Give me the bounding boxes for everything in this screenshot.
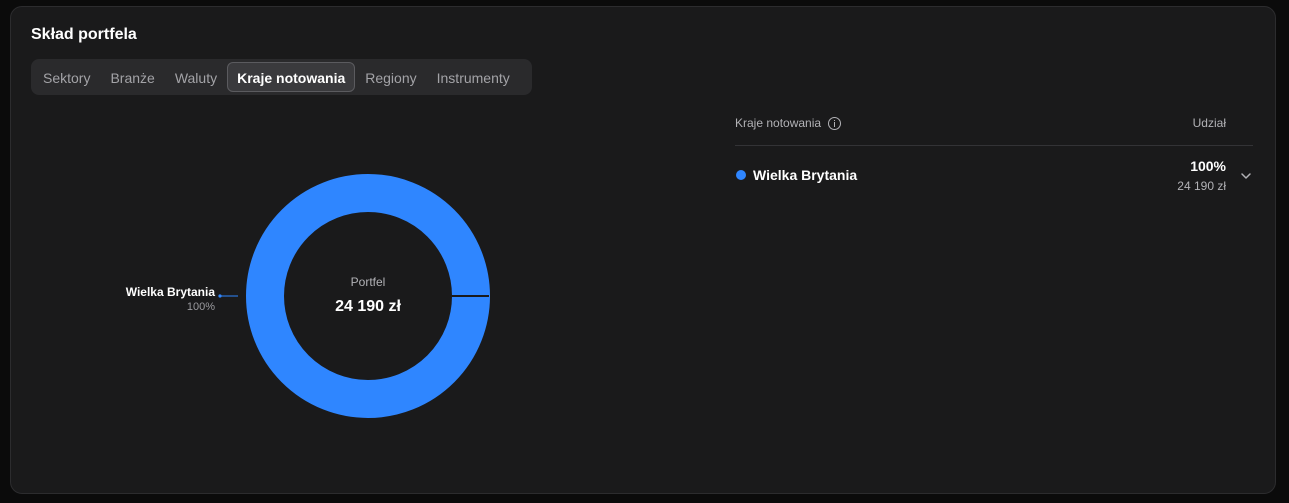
- donut-chart: Portfel 24 190 zł Wielka Brytania 100%: [126, 174, 490, 418]
- donut-center-value: 24 190 zł: [335, 298, 401, 315]
- tab-regions[interactable]: Regiony: [355, 62, 426, 92]
- tab-industries[interactable]: Branże: [100, 62, 164, 92]
- slice-label-anchor: [218, 294, 222, 298]
- table-header-name-label: Kraje notowania: [735, 116, 822, 130]
- donut-slice-0[interactable]: [246, 174, 490, 418]
- tab-sectors[interactable]: Sektory: [33, 62, 100, 92]
- table-header-share: Udział: [1192, 116, 1226, 130]
- tab-currencies[interactable]: Waluty: [165, 62, 227, 92]
- table-header: Kraje notowania Udział: [735, 115, 1253, 146]
- slice-label-percent: 100%: [187, 301, 215, 313]
- row-amount: 24 190 zł: [1177, 179, 1226, 193]
- donut-center-label: Portfel: [351, 275, 386, 289]
- row-percent: 100%: [1190, 158, 1226, 174]
- tab-listing-countries[interactable]: Kraje notowania: [227, 62, 356, 92]
- table-row[interactable]: Wielka Brytania 100% 24 190 zł: [735, 157, 1253, 197]
- tab-instruments[interactable]: Instrumenty: [427, 62, 520, 92]
- portfolio-composition-card: Skład portfela Sektory Branże Waluty Kra…: [10, 6, 1276, 494]
- info-icon[interactable]: [828, 116, 842, 130]
- donut-slices: [246, 174, 490, 418]
- table-header-name: Kraje notowania: [735, 116, 842, 130]
- slice-label-name: Wielka Brytania: [126, 285, 216, 299]
- row-color-dot: [736, 170, 746, 180]
- chevron-down-icon[interactable]: [1239, 169, 1253, 183]
- tab-bar: Sektory Branże Waluty Kraje notowania Re…: [31, 59, 532, 95]
- row-name: Wielka Brytania: [753, 167, 858, 183]
- panel-title: Skład portfela: [31, 26, 137, 43]
